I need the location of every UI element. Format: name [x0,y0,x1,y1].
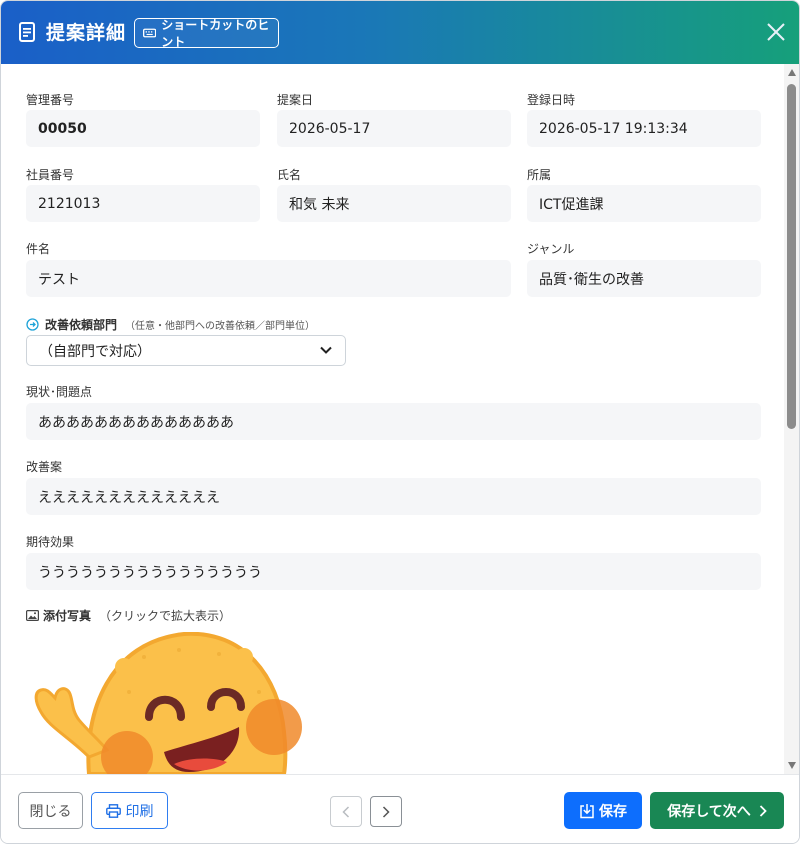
save-label: 保存 [599,803,627,820]
printer-icon [105,803,121,818]
save-next-button[interactable]: 保存して次へ [650,792,784,829]
improvement-field: えええええええええええええ [26,478,761,515]
photo-label: 添付写真 [43,609,92,623]
mgmt-no-field: 00050 [26,110,260,147]
request-dept-selected: （自部門で対応） [39,343,151,360]
mascot-illustration [34,632,302,774]
scroll-thumb[interactable] [787,84,796,429]
close-button[interactable]: 閉じる [18,792,83,829]
proposal-date-label: 提案日 [277,93,314,107]
employee-no-label: 社員番号 [26,168,75,182]
request-dept-select[interactable]: （自部門で対応） [26,335,346,366]
print-button[interactable]: 印刷 [91,792,168,829]
modal-header: 提案詳細 ショートカットのヒント [1,1,799,64]
scroll-down-arrow-icon[interactable] [788,762,796,769]
name-label: 氏名 [277,168,302,182]
current-issue-label: 現状･問題点 [26,385,93,399]
modal-body: 管理番号 00050 提案日 2026-05-17 登録日時 2026-05-1… [1,64,786,774]
chevron-right-icon [759,804,767,817]
expected-effect-label: 期待効果 [26,535,75,549]
department-label: 所属 [527,168,552,182]
registered-at-field: 2026-05-17 19:13:34 [527,110,761,147]
expected-effect-field: うううううううううううううううう [26,553,761,590]
chevron-down-icon [320,346,332,354]
scrollbar[interactable] [784,64,799,774]
shortcut-hint-button[interactable]: ショートカットのヒント [134,18,279,49]
proposal-date-field: 2026-05-17 [277,110,511,147]
chevron-right-icon [382,805,390,818]
prev-button[interactable] [330,796,362,827]
close-icon[interactable] [765,21,787,43]
subject-field: テスト [26,260,511,297]
image-icon [26,610,39,621]
next-button[interactable] [370,796,402,827]
print-label: 印刷 [125,803,154,820]
improvement-label: 改善案 [26,460,63,474]
attached-photo[interactable] [29,632,309,774]
chevron-left-icon [342,805,350,818]
department-field: ICT促進課 [527,185,761,222]
request-dept-note: （任意・他部門への改善依頼／部門単位） [125,321,316,332]
download-icon [580,803,594,818]
modal-footer: 閉じる 印刷 保存 保存して次へ [1,774,799,843]
shortcut-hint-label: ショートカットのヒント [161,18,270,49]
mgmt-no-label: 管理番号 [26,93,75,107]
current-issue-field: ああああああああああああああ [26,403,761,440]
keyboard-icon [143,28,157,38]
registered-at-label: 登録日時 [527,93,576,107]
modal-title: 提案詳細 [46,22,127,44]
arrow-circle-right-icon [26,318,39,331]
proposal-detail-modal: 提案詳細 ショートカットのヒント 管理番号 00050 提案日 2026-05-… [0,0,800,844]
document-icon [19,22,35,42]
save-next-label: 保存して次へ [667,803,751,820]
genre-field: 品質･衛生の改善 [527,260,761,297]
name-field: 和気 未来 [277,185,511,222]
scroll-up-arrow-icon[interactable] [788,69,796,76]
photo-label-group: 添付写真 （クリックで拡大表示） [26,607,231,624]
employee-no-field: 2121013 [26,185,260,222]
request-dept-label-group: 改善依頼部門 （任意・他部門への改善依頼／部門単位） [26,316,315,333]
request-dept-label: 改善依頼部門 [45,318,118,332]
subject-label: 件名 [26,242,51,256]
save-button[interactable]: 保存 [564,792,642,829]
photo-note: （クリックで拡大表示） [99,609,232,623]
genre-label: ジャンル [527,242,575,256]
